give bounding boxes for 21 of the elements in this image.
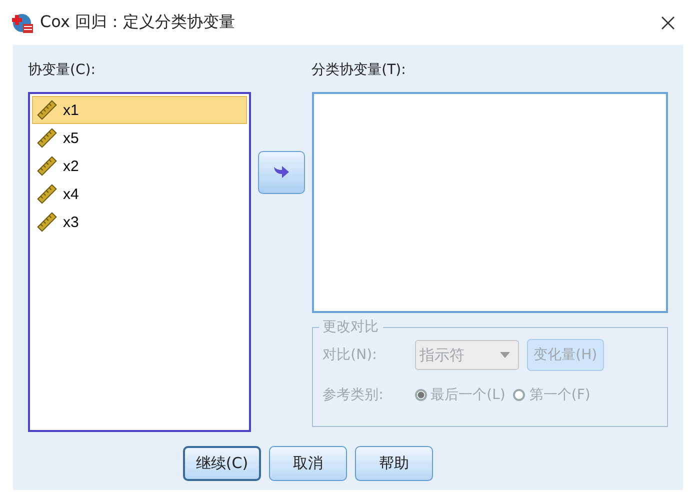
variable-item[interactable]: x1 (32, 96, 247, 124)
dialog-button[interactable]: 继续(C) (183, 446, 261, 481)
variable-item[interactable]: x4 (32, 180, 247, 208)
app-icon (12, 12, 34, 34)
reference-label: 参考类别: (322, 386, 384, 404)
covariates-list[interactable]: x1 x5 x2 x4 x3 (28, 92, 251, 432)
variable-item[interactable]: x2 (32, 152, 247, 180)
categorical-label: 分类协变量(T): (312, 61, 407, 80)
close-icon[interactable] (660, 14, 676, 30)
covariates-label: 协变量(C): (28, 61, 96, 80)
window-title: Cox 回归：定义分类协变量 (40, 12, 236, 33)
variable-item[interactable]: x5 (32, 124, 247, 152)
dialog-button[interactable]: 帮助 (355, 446, 433, 481)
categorical-list[interactable] (312, 92, 668, 313)
variable-item[interactable]: x3 (32, 208, 247, 236)
arrow-icon (272, 164, 290, 180)
dialog-button[interactable]: 取消 (269, 446, 347, 481)
move-button[interactable] (258, 151, 305, 194)
group-title: 更改对比 (318, 318, 383, 336)
caret-icon (500, 352, 510, 358)
contrast-label: 对比(N): (322, 346, 378, 364)
